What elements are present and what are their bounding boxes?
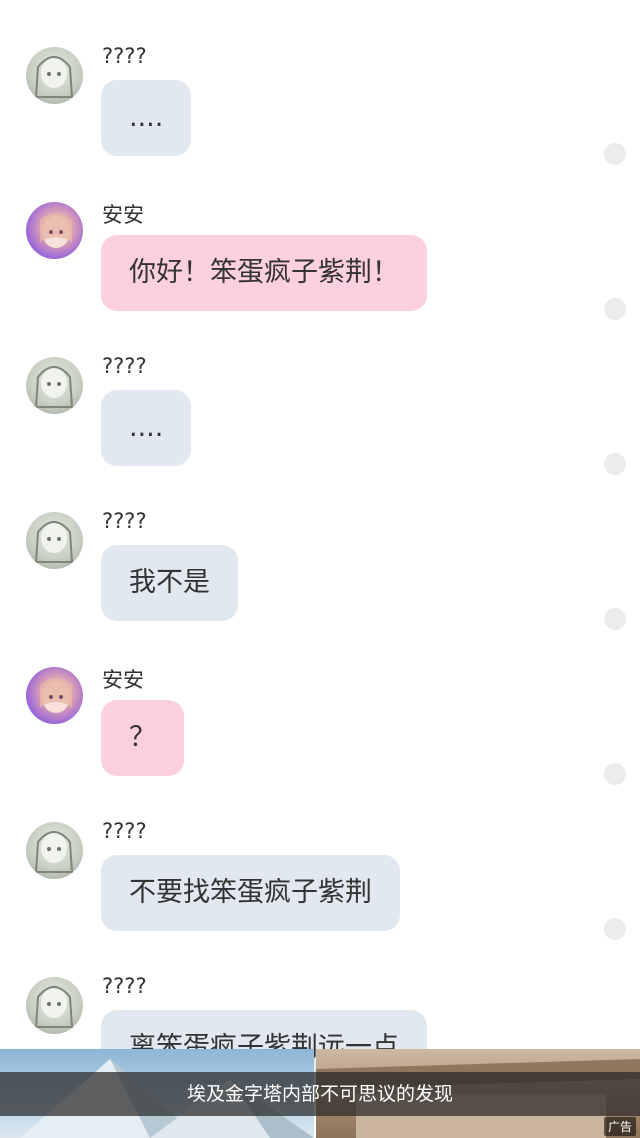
avatar[interactable] [26, 202, 83, 259]
avatar[interactable] [26, 977, 83, 1034]
message-bubble[interactable]: 你好！笨蛋疯子紫荆！ [101, 235, 427, 311]
message-row: ???? 我不是 [0, 505, 640, 660]
sender-name: 安安 [102, 668, 144, 692]
avatar[interactable] [26, 667, 83, 724]
status-dot [604, 453, 626, 475]
sender-name: ???? [102, 819, 147, 843]
status-dot [604, 608, 626, 630]
message-bubble[interactable]: .... [101, 80, 192, 156]
message-row: ???? .... [0, 40, 640, 195]
sender-name: ???? [102, 509, 147, 533]
avatar[interactable] [26, 512, 83, 569]
message-row: ???? 不要找笨蛋疯子紫荆 [0, 815, 640, 970]
status-dot [604, 298, 626, 320]
ad-label: 广告 [603, 1117, 636, 1136]
message-bubble[interactable]: 不要找笨蛋疯子紫荆 [101, 855, 400, 931]
sender-name: ???? [102, 974, 147, 998]
avatar[interactable] [26, 357, 83, 414]
status-dot [604, 143, 626, 165]
avatar[interactable] [26, 822, 83, 879]
status-dot [604, 763, 626, 785]
chat-thread: ???? .... 安安 你好！笨蛋疯子紫荆！ ???? .... ???? 我… [0, 0, 640, 1138]
avatar[interactable] [26, 47, 83, 104]
status-dot [604, 918, 626, 940]
message-bubble[interactable]: 我不是 [101, 545, 238, 621]
sender-name: ???? [102, 354, 147, 378]
message-bubble[interactable]: ？ [101, 700, 184, 776]
sender-name: 安安 [102, 203, 144, 227]
sender-name: ???? [102, 44, 147, 68]
ad-caption[interactable]: 埃及金字塔内部不可思议的发现 [0, 1072, 640, 1116]
message-row: 安安 ？ [0, 660, 640, 815]
message-row: ???? .... [0, 350, 640, 505]
message-row: 安安 你好！笨蛋疯子紫荆！ [0, 195, 640, 350]
message-bubble[interactable]: .... [101, 390, 192, 466]
ad-banner[interactable]: 埃及金字塔内部不可思议的发现 广告 [0, 1049, 640, 1138]
